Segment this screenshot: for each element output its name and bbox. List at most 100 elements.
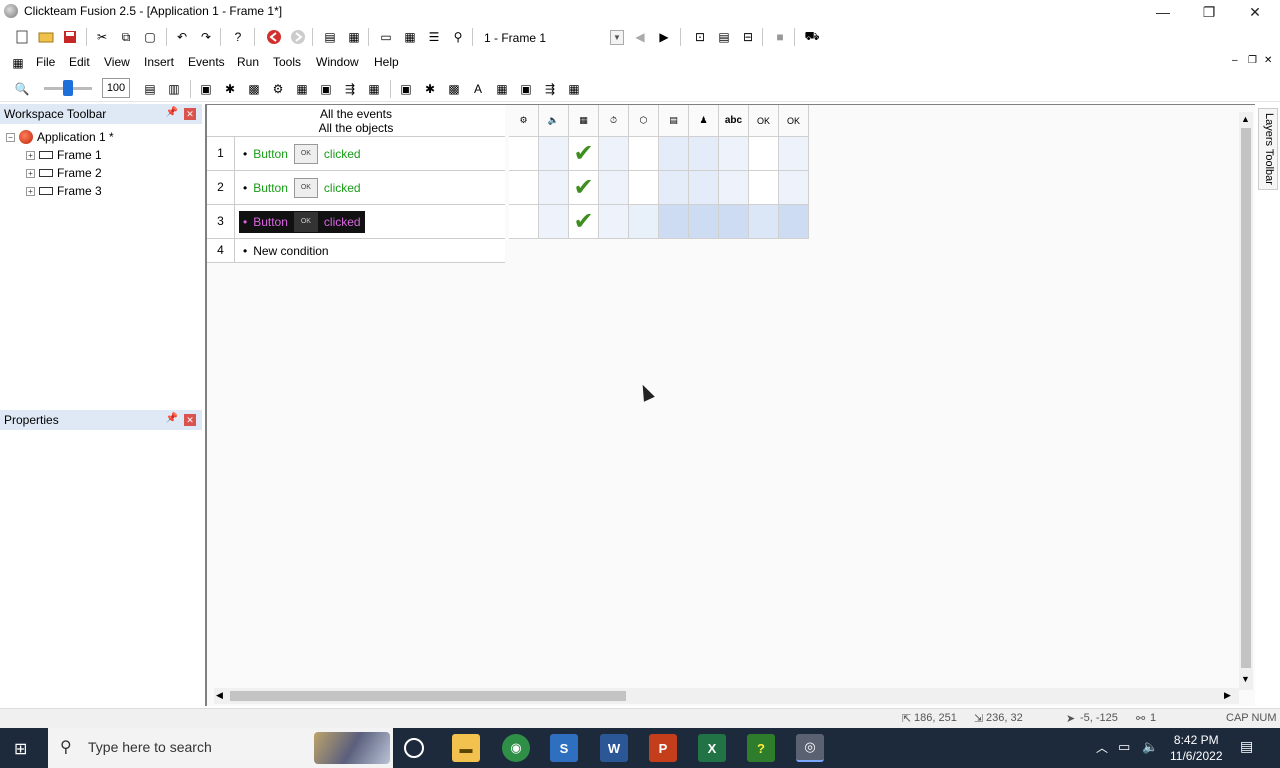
condition-action[interactable]: clicked — [324, 215, 361, 229]
grid-cell[interactable] — [779, 137, 809, 171]
minimize-button[interactable]: — — [1140, 0, 1186, 24]
grid-cell[interactable] — [749, 171, 779, 205]
grid-cell[interactable] — [719, 171, 749, 205]
grid-cell[interactable] — [539, 137, 569, 171]
filter-icon-10[interactable]: ✱ — [420, 79, 440, 99]
expand-icon[interactable]: + — [26, 150, 35, 160]
grid-cell[interactable] — [509, 137, 539, 171]
save-icon[interactable] — [60, 27, 80, 47]
filter-icon-14[interactable]: ▣ — [516, 79, 536, 99]
excel-icon[interactable]: X — [698, 734, 726, 762]
filter-icon-4[interactable]: ⚙ — [268, 79, 288, 99]
chevron-down-icon[interactable]: ▼ — [610, 30, 624, 45]
prev-frame-icon[interactable]: ◀ — [630, 27, 650, 47]
condition-object[interactable]: Button — [253, 147, 288, 161]
open-folder-icon[interactable] — [36, 27, 56, 47]
zoom-icon[interactable]: 🔍 — [12, 79, 32, 99]
maximize-button[interactable]: ❐ — [1186, 0, 1232, 24]
frame-selector[interactable]: 1 - Frame 1 ▼ — [475, 27, 627, 48]
condition-action[interactable]: clicked — [324, 147, 361, 161]
grid-cell[interactable] — [719, 205, 749, 239]
new-condition[interactable]: New condition — [253, 244, 328, 258]
button-object-icon[interactable]: OK — [779, 105, 809, 137]
grid-cell[interactable] — [779, 171, 809, 205]
word-icon[interactable]: W — [600, 734, 628, 762]
task-view-icon[interactable] — [404, 738, 424, 758]
event-row-3[interactable]: 3 • Button OK clicked — [207, 205, 505, 239]
filter-icon-1[interactable]: ▣ — [196, 79, 216, 99]
filter-icon-7[interactable]: ⇶ — [340, 79, 360, 99]
filter-icon-13[interactable]: ▦ — [492, 79, 512, 99]
frame-editor-icon[interactable]: ▭ — [376, 27, 396, 47]
file-explorer-icon[interactable]: ▬ — [452, 734, 480, 762]
grid-cell[interactable] — [749, 205, 779, 239]
menu-window[interactable]: Window — [316, 55, 359, 69]
grid-cell[interactable] — [719, 137, 749, 171]
grid-cell[interactable] — [689, 171, 719, 205]
scroll-down-icon[interactable]: ▼ — [1241, 674, 1250, 684]
menu-view[interactable]: View — [104, 55, 130, 69]
list-editor-icon[interactable]: ☰ — [424, 27, 444, 47]
storyboard-icon[interactable]: ▦ — [569, 105, 599, 137]
scroll-right-icon[interactable]: ▶ — [1224, 690, 1231, 701]
forward-icon[interactable] — [288, 27, 308, 47]
scroll-left-icon[interactable]: ◀ — [216, 690, 223, 701]
tree-frame-1[interactable]: + Frame 1 — [26, 148, 102, 162]
string-object-icon[interactable]: abc — [719, 105, 749, 137]
close-button[interactable]: ✕ — [1232, 0, 1278, 24]
delete-event-icon[interactable]: ▥ — [164, 79, 184, 99]
close-icon[interactable]: ✕ — [184, 414, 196, 426]
remote-desktop-icon[interactable]: S — [550, 734, 578, 762]
grid-cell[interactable] — [659, 171, 689, 205]
grid-cell[interactable] — [539, 205, 569, 239]
event-editor-icon[interactable]: ▦ — [400, 27, 420, 47]
run-frame-icon[interactable]: ▤ — [714, 27, 734, 47]
menu-help[interactable]: Help — [374, 55, 399, 69]
horizontal-scroll-thumb[interactable] — [230, 691, 626, 701]
windows-start-icon[interactable]: ⊞ — [14, 739, 27, 759]
filter-icon-12[interactable]: A — [468, 79, 488, 99]
vertical-scroll-thumb[interactable] — [1241, 128, 1251, 668]
volume-icon[interactable]: 🔈 — [1142, 739, 1158, 755]
grid-cell[interactable] — [749, 137, 779, 171]
grid-cell[interactable] — [629, 171, 659, 205]
filter-icon-16[interactable]: ▦ — [564, 79, 584, 99]
taskbar-clock[interactable]: 8:42 PM 11/6/2022 — [1170, 732, 1223, 764]
grid-cell[interactable] — [599, 205, 629, 239]
selected-condition[interactable]: • Button OK clicked — [239, 210, 365, 233]
grid-cell[interactable] — [599, 171, 629, 205]
close-icon[interactable]: ✕ — [184, 108, 196, 120]
filter-icon-5[interactable]: ▦ — [292, 79, 312, 99]
event-editor[interactable]: All the events All the objects 1 • Butto… — [205, 104, 1255, 706]
new-file-icon[interactable] — [12, 27, 32, 47]
copy-icon[interactable]: ⧉ — [116, 27, 136, 47]
condition-object[interactable]: Button — [253, 181, 288, 195]
grid-cell[interactable] — [509, 171, 539, 205]
run-project-icon[interactable]: ⊟ — [738, 27, 758, 47]
storyboard-editor-icon[interactable]: ▤ — [320, 27, 340, 47]
condition-action[interactable]: clicked — [324, 181, 361, 195]
filter-icon-8[interactable]: ▦ — [364, 79, 384, 99]
checkmark-icon[interactable]: ✔ — [569, 171, 599, 205]
grid-cell[interactable] — [509, 205, 539, 239]
menu-events[interactable]: Events — [188, 55, 225, 69]
menu-edit[interactable]: Edit — [69, 55, 90, 69]
tree-application[interactable]: − Application 1 * — [6, 130, 114, 144]
tree-frame-2[interactable]: + Frame 2 — [26, 166, 102, 180]
sound-icon[interactable]: 🔈 — [539, 105, 569, 137]
checkmark-icon[interactable]: ✔ — [569, 137, 599, 171]
timer-icon[interactable]: ⏱ — [599, 105, 629, 137]
paste-icon[interactable]: ▢ — [140, 27, 160, 47]
player-icon[interactable]: ♟ — [689, 105, 719, 137]
notification-icon[interactable]: ▤ — [1240, 738, 1253, 755]
grid-cell[interactable] — [599, 137, 629, 171]
back-icon[interactable] — [264, 27, 284, 47]
document-menu-icon[interactable]: ▦ — [8, 53, 28, 73]
menu-run[interactable]: Run — [237, 55, 259, 69]
grid-cell[interactable] — [659, 137, 689, 171]
cut-icon[interactable]: ✂ — [92, 27, 112, 47]
filter-icon-6[interactable]: ▣ — [316, 79, 336, 99]
data-elements-icon[interactable]: ⚲ — [448, 27, 468, 47]
redo-icon[interactable]: ↷ — [196, 27, 216, 47]
grid-cell[interactable] — [629, 137, 659, 171]
